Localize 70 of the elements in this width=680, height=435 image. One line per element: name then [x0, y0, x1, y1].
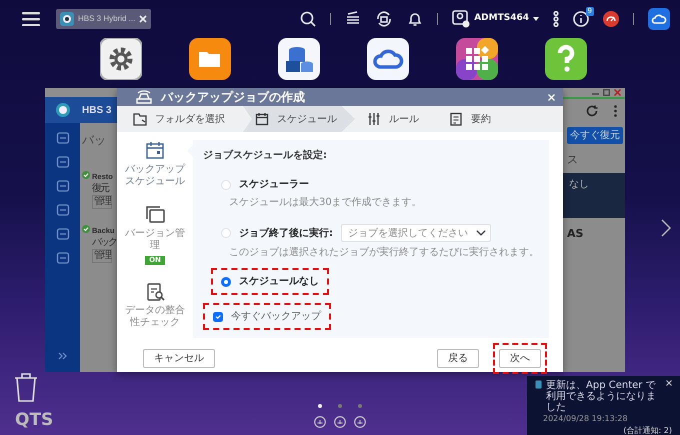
device-label: AS: [567, 226, 584, 242]
info-icon[interactable]: [573, 11, 589, 27]
question-app-icon[interactable]: [545, 38, 587, 80]
menu-icon[interactable]: [22, 12, 40, 26]
windows-icon[interactable]: [145, 204, 165, 224]
bell-icon[interactable]: [407, 11, 424, 27]
refresh-icon[interactable]: [586, 105, 598, 117]
brand-label: QTS: [15, 409, 54, 432]
dialog-button[interactable]: キャンセル: [143, 348, 215, 368]
caret-icon[interactable]: [533, 17, 539, 21]
job-type: バック: [92, 237, 116, 249]
job-tag: 管理: [92, 195, 112, 209]
dialog-button[interactable]: 次へ: [499, 348, 541, 368]
section-heading: バッ: [82, 132, 107, 149]
search-icon[interactable]: [300, 11, 316, 27]
section-heading: ジョブスケジュールを設定:: [203, 148, 328, 163]
sliders-icon: [367, 112, 381, 126]
section-heading: ス: [567, 152, 579, 168]
job-type: 復元: [92, 183, 110, 195]
maximize-icon[interactable]: [603, 89, 610, 96]
nav-item[interactable]: バージョン管理: [124, 228, 186, 252]
gear-app-icon[interactable]: [100, 38, 142, 80]
checkbox[interactable]: [213, 312, 223, 322]
user-name[interactable]: ADMTS464: [474, 12, 529, 26]
radio-button[interactable]: [221, 276, 231, 286]
option-label: スケジューラー: [239, 178, 309, 192]
clipboard-search-icon[interactable]: [145, 281, 165, 301]
app-logo-icon: [56, 103, 70, 117]
option-hint: このジョブは選択されたジョブが実行終了するたびに実行されます。: [228, 246, 539, 260]
wizard-step[interactable]: ルール: [355, 106, 437, 132]
expand-icon[interactable]: [58, 352, 68, 360]
dialog-button[interactable]: 戻る: [437, 348, 479, 368]
cloud-app-icon[interactable]: [367, 38, 409, 80]
check-icon: [82, 225, 90, 233]
database-app-icon[interactable]: [278, 38, 320, 80]
more-icon[interactable]: [553, 11, 559, 27]
option-label: スケジュールなし: [239, 275, 319, 289]
page-dot[interactable]: [358, 404, 362, 408]
chevron-right-icon[interactable]: [661, 219, 671, 237]
app-logo-icon: [60, 12, 74, 26]
folder-app-icon[interactable]: [189, 38, 231, 80]
option-label: ジョブ終了後に実行:: [239, 226, 333, 240]
trash-icon[interactable]: [14, 372, 38, 402]
app-tab[interactable]: HBS 3 Hybrid ...: [56, 9, 152, 29]
job-tag: 管理: [92, 249, 112, 263]
calendar-icon[interactable]: [145, 140, 165, 160]
page-dot[interactable]: [338, 404, 342, 408]
clipboard-icon: [449, 112, 463, 126]
grid-app-icon[interactable]: [456, 38, 498, 80]
job-select[interactable]: ジョブを選択してください: [341, 224, 491, 242]
nav-item[interactable]: データの整合性チェック: [124, 305, 186, 329]
notification-total: (合計通知: 2): [623, 425, 672, 435]
page-dot[interactable]: [318, 404, 322, 408]
notification-message: 更新は、App Center で利用できるようになりました: [546, 380, 657, 413]
checkbox-label: 今すぐバックアップ: [231, 310, 321, 324]
folder-icon: [133, 112, 147, 126]
wizard-step[interactable]: スケジュール: [243, 106, 355, 132]
nav-item[interactable]: バックアップスケジュール: [124, 164, 186, 188]
status-text: なし: [569, 178, 589, 190]
app-icon: [535, 380, 542, 389]
user-icon[interactable]: [452, 10, 470, 28]
check-icon: [82, 171, 90, 179]
app-title: HBS 3: [82, 104, 112, 118]
wizard-step[interactable]: フォルダを選択: [121, 106, 243, 132]
wizard-step[interactable]: 要約: [437, 106, 509, 132]
option-hint: スケジュールは最大30まで作成できます。: [228, 196, 423, 210]
notification-time: 2024/09/28 19:13:28: [543, 413, 629, 425]
restore-button[interactable]: 今すぐ復元: [567, 127, 623, 144]
dialog-title: バックアップジョブの作成: [161, 89, 305, 106]
calendar-icon: [255, 112, 269, 126]
